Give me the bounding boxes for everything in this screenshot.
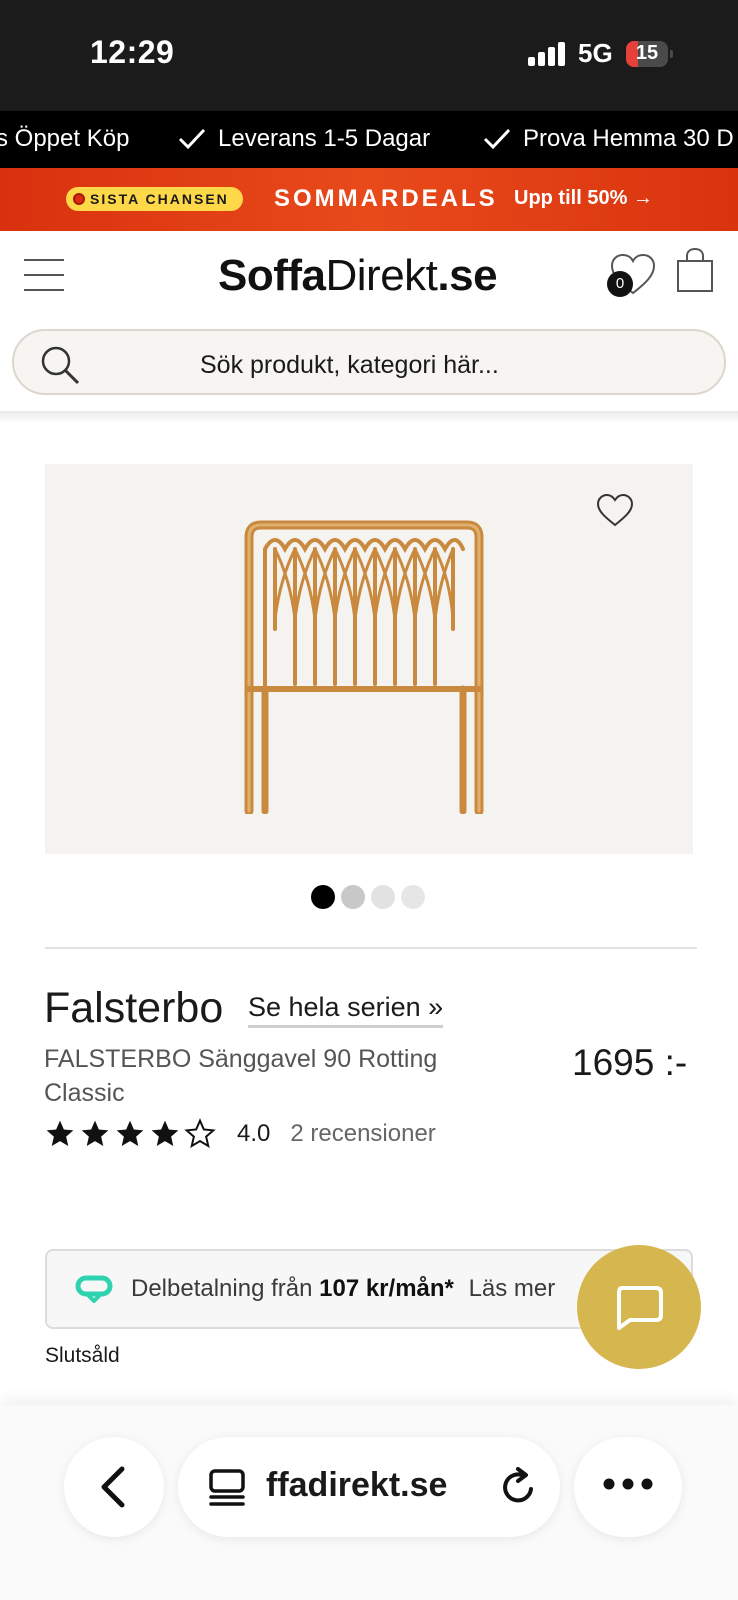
product-series-title: Falsterbo <box>44 984 224 1032</box>
chevron-left-icon <box>101 1466 125 1508</box>
usp-bar: s Öppet Köp Leverans 1-5 Dagar Prova Hem… <box>0 111 738 168</box>
star-filled-icon <box>81 1120 109 1146</box>
product-name: FALSTERBO Sänggavel 90 Rotting Classic <box>44 1045 438 1107</box>
star-filled-icon <box>151 1120 179 1146</box>
promo-badge: SISTA CHANSEN <box>66 187 243 211</box>
installment-prefix: Delbetalning från <box>131 1275 313 1302</box>
page: 12:29 5G 15 s Öppet Köp Leverans 1-5 Dag… <box>0 0 738 1600</box>
logo-part-direkt: Direkt <box>325 251 438 300</box>
gallery-dot-4[interactable] <box>401 885 425 909</box>
star-filled-icon <box>46 1120 74 1146</box>
usp-item-try-home: Prova Hemma 30 D <box>483 125 734 153</box>
review-count-link[interactable]: 2 recensioner <box>290 1120 435 1148</box>
promo-banner[interactable]: SISTA CHANSEN SOMMARDEALS Upp till 50% → <box>0 168 738 231</box>
usp-item-delivery: Leverans 1-5 Dagar <box>178 125 430 153</box>
product-image-gallery[interactable] <box>45 464 693 854</box>
hamburger-menu-icon[interactable] <box>24 257 64 293</box>
add-to-wishlist-heart-icon[interactable] <box>595 492 635 528</box>
record-dot-icon <box>73 193 85 205</box>
logo-part-soffa: Soffa <box>218 251 326 300</box>
star-filled-icon <box>116 1120 144 1146</box>
more-dots-icon <box>603 1478 653 1490</box>
installment-text: Delbetalning från 107 kr/mån* Läs mer <box>131 1275 555 1303</box>
gallery-dot-1[interactable] <box>311 885 335 909</box>
star-empty-icon <box>184 1118 216 1149</box>
klarna-logo-icon <box>75 1275 113 1303</box>
battery-level: 15 <box>635 42 659 64</box>
usp-item-open-purchase: s Öppet Köp <box>0 125 129 153</box>
chat-button[interactable] <box>577 1245 701 1369</box>
gallery-dot-3[interactable] <box>371 885 395 909</box>
installment-amount: 107 kr/mån* <box>319 1275 454 1302</box>
usp-label: s Öppet Köp <box>0 125 130 152</box>
checkmark-icon <box>483 128 511 150</box>
search-placeholder: Sök produkt, kategori här... <box>200 351 499 379</box>
usp-label: Prova Hemma 30 D <box>523 125 734 152</box>
rating-value: 4.0 <box>237 1120 271 1147</box>
reload-icon[interactable] <box>498 1467 538 1507</box>
status-bar: 12:29 5G 15 <box>0 0 738 111</box>
search-field[interactable]: Sök produkt, kategori här... <box>12 329 726 395</box>
site-header: SoffaDirekt.se 0 Sök produkt, kategori h… <box>0 231 738 411</box>
section-divider <box>45 947 697 949</box>
promo-title: SOMMARDEALS <box>274 185 498 212</box>
status-time: 12:29 <box>90 34 175 70</box>
rating-stars <box>44 1118 219 1150</box>
address-bar[interactable]: ffadirekt.se <box>178 1437 560 1537</box>
checkmark-icon <box>178 128 206 150</box>
wishlist-count-badge: 0 <box>607 271 633 297</box>
product-price: 1695 :- <box>572 1042 688 1083</box>
site-logo[interactable]: SoffaDirekt.se <box>218 251 498 301</box>
product-rating[interactable]: 4.0 2 recensioner <box>44 1114 436 1154</box>
chat-bubble-icon <box>617 1286 663 1330</box>
see-full-series-link[interactable]: Se hela serien » <box>248 992 444 1028</box>
gallery-dot-2[interactable] <box>341 885 365 909</box>
read-more-link[interactable]: Läs mer <box>469 1275 556 1302</box>
browser-toolbar: ffadirekt.se <box>0 1405 738 1600</box>
shopping-bag-icon[interactable] <box>674 247 716 295</box>
tabs-icon <box>209 1469 245 1506</box>
gallery-pagination <box>311 885 431 909</box>
availability-status: Slutsåld <box>45 1344 120 1367</box>
more-options-button[interactable] <box>574 1437 682 1537</box>
rattan-headboard-image <box>244 520 484 814</box>
battery-icon: 15 <box>626 41 673 67</box>
back-button[interactable] <box>64 1437 164 1537</box>
header-shadow <box>0 411 738 423</box>
network-label: 5G <box>578 38 613 68</box>
promo-cta-link[interactable]: Upp till 50% → <box>514 187 653 210</box>
logo-part-suffix: .se <box>437 251 498 300</box>
url-text: ffadirekt.se <box>266 1466 448 1504</box>
search-icon <box>41 346 80 385</box>
signal-icon <box>528 42 568 66</box>
usp-label: Leverans 1-5 Dagar <box>218 125 431 152</box>
promo-badge-label: SISTA CHANSEN <box>90 191 229 207</box>
